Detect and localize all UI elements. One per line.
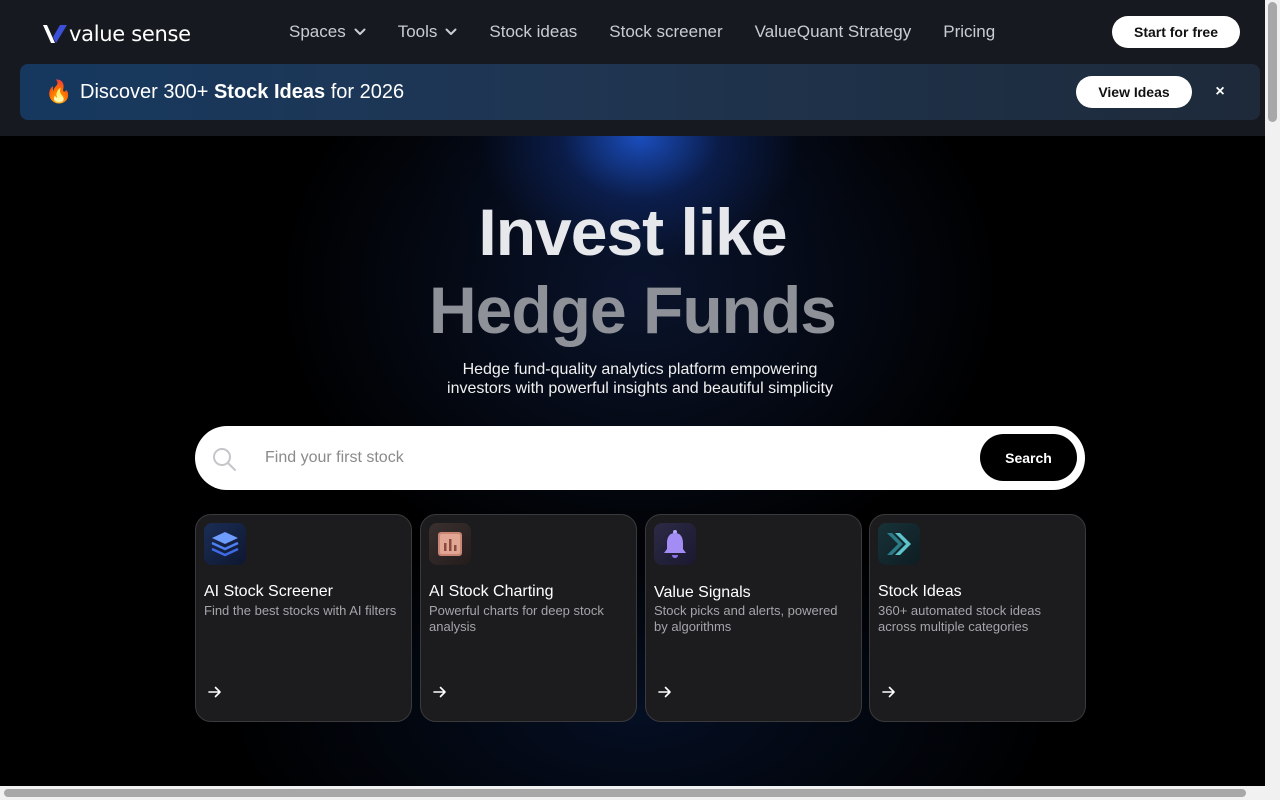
main-navigation: value sense Spaces Tools Stock ideas Sto…	[0, 0, 1265, 64]
nav-label: Spaces	[289, 22, 346, 41]
nav-label: Stock ideas	[489, 22, 578, 41]
double-chevron-icon	[878, 523, 920, 565]
logo-text: value sense	[69, 22, 191, 46]
card-description: Stock picks and alerts, powered by algor…	[654, 603, 838, 634]
bar-chart-icon	[429, 523, 471, 565]
vertical-scrollbar[interactable]	[1265, 0, 1280, 786]
card-title: AI Stock Screener	[204, 583, 333, 600]
card-ai-stock-screener[interactable]: AI Stock Screener Find the best stocks w…	[195, 514, 412, 722]
nav-links: Spaces Tools Stock ideas Stock screener …	[289, 20, 1027, 44]
fire-icon: 🔥	[45, 79, 73, 104]
promo-banner: 🔥 Discover 300+ Stock Ideas for 2026 Vie…	[20, 64, 1260, 120]
logo[interactable]: value sense	[42, 22, 191, 46]
card-title: Stock Ideas	[878, 583, 962, 600]
hero-headline-line1: Invest like	[478, 195, 787, 269]
search-icon	[213, 448, 236, 471]
card-ai-stock-charting[interactable]: AI Stock Charting Powerful charts for de…	[420, 514, 637, 722]
banner-text-bold: Stock Ideas	[213, 81, 326, 103]
nav-item-pricing[interactable]: Pricing	[943, 22, 995, 42]
card-description: Powerful charts for deep stock analysis	[429, 603, 604, 634]
view-ideas-button[interactable]: View Ideas	[1076, 76, 1192, 108]
banner-text-suffix: for 2026	[325, 81, 405, 103]
card-stock-ideas[interactable]: Stock Ideas 360+ automated stock ideas a…	[869, 514, 1086, 722]
horizontal-scrollbar-thumb[interactable]	[4, 789, 1246, 797]
layers-icon	[204, 523, 246, 565]
card-description: 360+ automated stock ideas across multip…	[878, 603, 1041, 634]
arrow-right-icon	[658, 686, 671, 698]
banner-text: Discover 300+ Stock Ideas for 2026	[80, 79, 404, 105]
nav-item-tools[interactable]: Tools	[398, 22, 458, 42]
nav-label: Stock screener	[609, 22, 723, 41]
nav-label: Tools	[397, 22, 438, 41]
search-button[interactable]: Search	[980, 434, 1077, 481]
vertical-scrollbar-thumb[interactable]	[1268, 2, 1277, 122]
value-sense-logo-icon	[43, 25, 67, 43]
chevron-down-icon	[445, 28, 457, 36]
arrow-right-icon	[433, 686, 446, 698]
nav-item-spaces[interactable]: Spaces	[289, 22, 366, 42]
search-input[interactable]	[265, 444, 955, 472]
nav-item-stock-screener[interactable]: Stock screener	[609, 22, 722, 42]
banner-text-prefix: Discover 300+	[80, 81, 214, 103]
card-description: Find the best stocks with AI filters	[204, 603, 397, 618]
bell-icon	[654, 523, 696, 565]
start-for-free-button[interactable]: Start for free	[1112, 16, 1240, 48]
search-bar: Search	[195, 426, 1085, 490]
hero-headline-line2: Hedge Funds	[428, 273, 837, 347]
horizontal-scrollbar[interactable]	[0, 786, 1280, 800]
close-icon[interactable]: ×	[1210, 82, 1230, 102]
nav-label: Pricing	[943, 22, 996, 41]
nav-item-valuequant-strategy[interactable]: ValueQuant Strategy	[755, 22, 912, 42]
hero-subtitle-line1: Hedge fund-quality analytics platform em…	[462, 361, 818, 378]
card-value-signals[interactable]: Value Signals Stock picks and alerts, po…	[645, 514, 862, 722]
card-title: AI Stock Charting	[429, 583, 554, 600]
chevron-down-icon	[354, 28, 366, 36]
hero-subtitle-line2: investors with powerful insights and bea…	[447, 380, 833, 397]
arrow-right-icon	[882, 686, 895, 698]
card-title: Value Signals	[654, 584, 751, 601]
nav-label: ValueQuant Strategy	[754, 22, 912, 41]
arrow-right-icon	[208, 686, 221, 698]
hero-subtitle: Hedge fund-quality analytics platform em…	[0, 360, 1280, 398]
nav-item-stock-ideas[interactable]: Stock ideas	[489, 22, 577, 42]
